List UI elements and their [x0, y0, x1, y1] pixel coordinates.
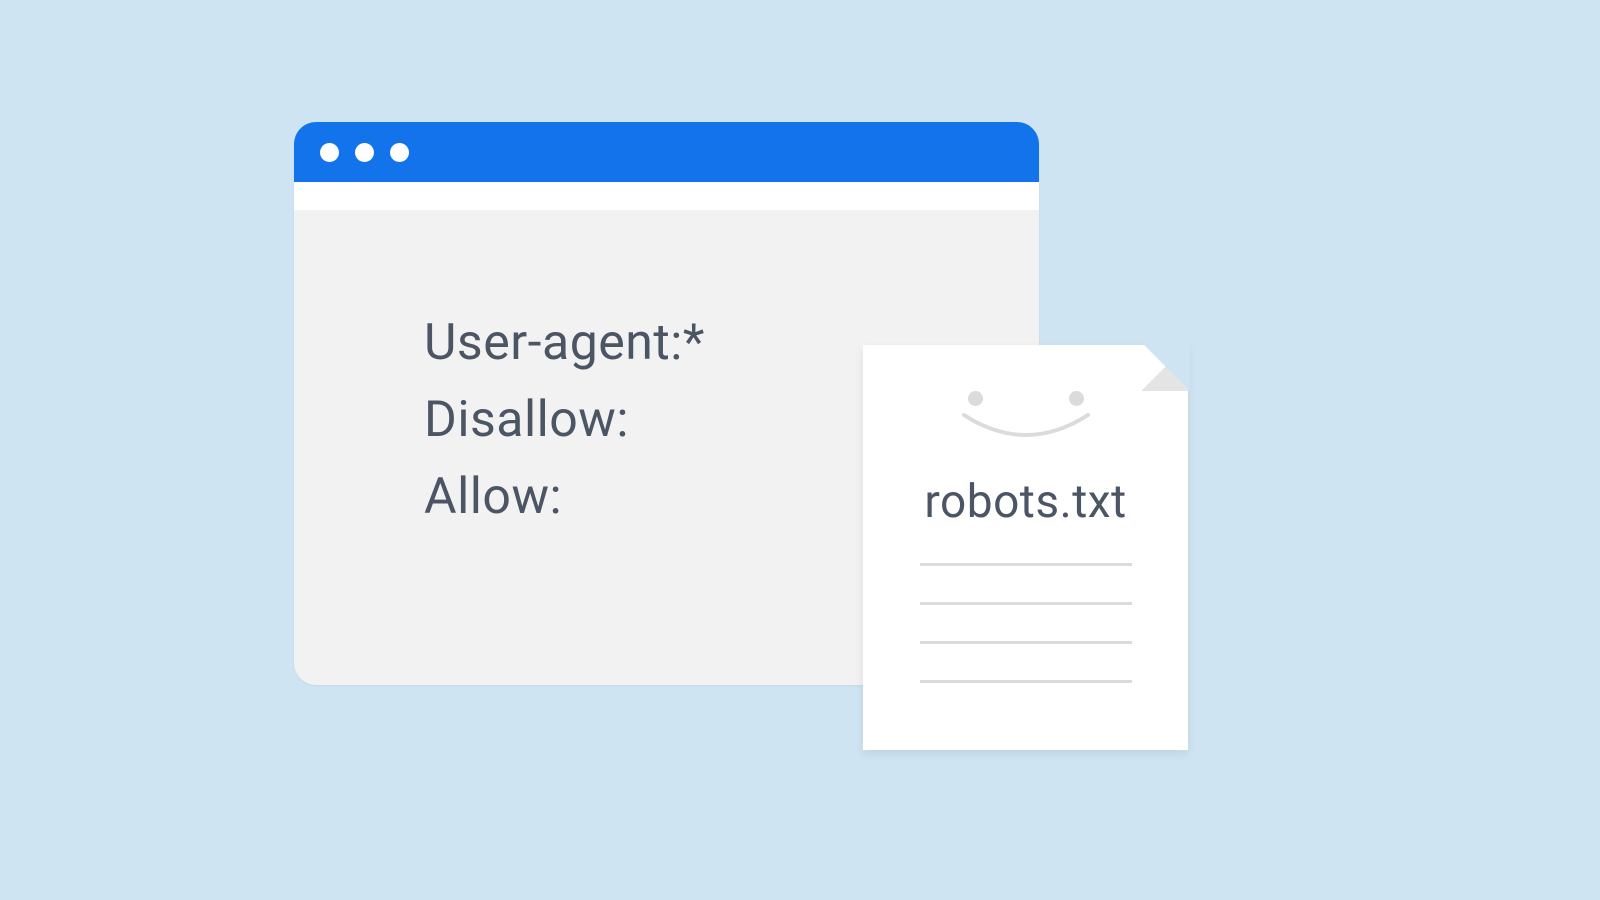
- file-name-label: robots.txt: [863, 475, 1188, 529]
- file-text-line: [920, 563, 1132, 566]
- file-folded-corner-icon: [1142, 345, 1188, 391]
- smiley-face-icon: [936, 383, 1116, 453]
- file-text-line: [920, 641, 1132, 644]
- eye-icon: [1069, 391, 1084, 406]
- address-bar: [294, 182, 1039, 210]
- file-document: robots.txt: [863, 345, 1188, 750]
- window-control-dot: [355, 143, 374, 162]
- window-titlebar: [294, 122, 1039, 182]
- file-text-line: [920, 680, 1132, 683]
- window-control-dot: [320, 143, 339, 162]
- file-content-lines: [920, 563, 1132, 719]
- eye-icon: [968, 391, 983, 406]
- window-control-dot: [390, 143, 409, 162]
- file-text-line: [920, 602, 1132, 605]
- smile-icon: [956, 407, 1096, 459]
